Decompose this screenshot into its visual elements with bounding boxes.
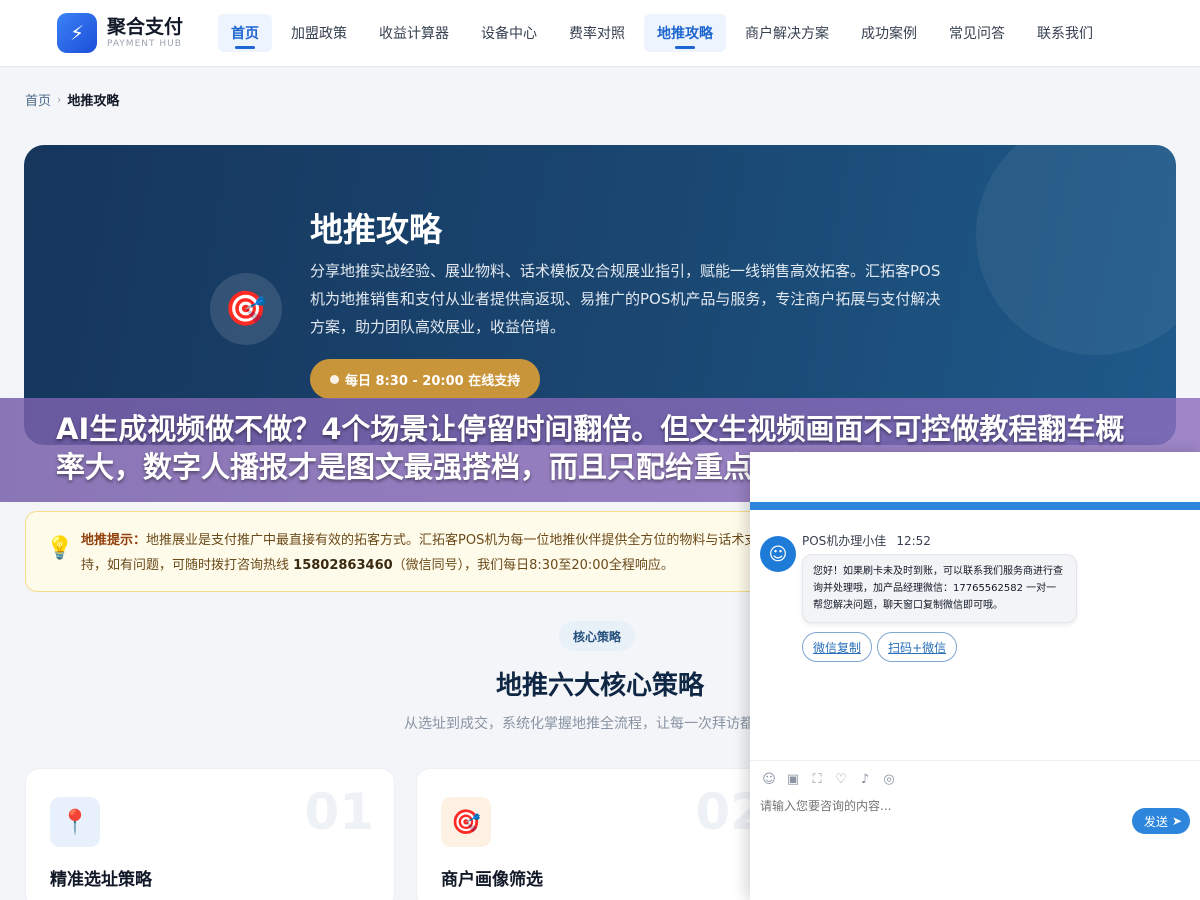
status-dot-icon — [330, 374, 339, 384]
main-nav: 首页 加盟政策 收益计算器 设备中心 费率对照 地推攻略 商户解决方案 成功案例… — [218, 14, 1112, 52]
hotline-number[interactable]: 15802863460 — [293, 558, 393, 573]
hero-title: 地推攻略 — [310, 210, 442, 249]
copy-wechat-button[interactable]: 微信复制 — [802, 632, 873, 662]
hero-decoration — [976, 145, 1176, 355]
agent-info: POS机办理小佳 12:52 — [802, 532, 931, 549]
strategy-card[interactable]: 01 📍 精准选址策略 — [25, 768, 395, 900]
quick-replies: 微信复制 扫码+微信 — [802, 632, 962, 662]
hero-description: 分享地推实战经验、展业物料、话术模板及合规展业指引，赋能一线销售高效拓客。汇拓客… — [310, 262, 941, 336]
breadcrumb: 首页 › 地推攻略 — [25, 90, 119, 109]
notice-text: 地推提示：地推展业是支付推广中最直接有效的拓客方式。汇拓客POS机为每一位地推伙… — [81, 528, 781, 580]
logo[interactable]: ⚡ 聚合支付 PAYMENT HUB — [57, 13, 183, 53]
nav-item-home[interactable]: 首页 — [218, 14, 272, 52]
target-icon: 🎯 — [210, 273, 282, 345]
card-title: 精准选址策略 — [50, 870, 152, 890]
lightbulb-icon: 💡 — [46, 536, 74, 561]
chat-divider — [750, 760, 1200, 761]
strategy-card[interactable]: 02 🎯 商户画像筛选 — [416, 768, 786, 900]
target-icon: 🎯 — [441, 797, 491, 847]
chat-widget: ✕ ☺ POS机办理小佳 12:52 您好！如果刷卡未及时到账，可以联系我们服务商… — [750, 452, 1200, 900]
notice-text-2: （微信同号），我们每日8:30至20:00全程响应。 — [392, 558, 674, 573]
close-icon[interactable]: ✕ — [1168, 462, 1190, 484]
nav-item-devices[interactable]: 设备中心 — [468, 14, 550, 52]
sound-icon[interactable]: ♪ — [856, 770, 874, 788]
breadcrumb-home[interactable]: 首页 — [25, 90, 51, 109]
agent-name: POS机办理小佳 — [802, 534, 887, 548]
support-hours-button[interactable]: 每日 8:30 - 20:00 在线支持 — [310, 359, 541, 399]
chat-toolbar: ☺ ▣ ⛶ ♡ ♪ ◎ — [760, 770, 904, 788]
nav-item-cases[interactable]: 成功案例 — [848, 14, 930, 52]
agent-avatar: ☺ — [760, 536, 796, 572]
notice-box: 💡 地推提示：地推展业是支付推广中最直接有效的拓客方式。汇拓客POS机为每一位地… — [25, 511, 785, 592]
nav-item-rates[interactable]: 费率对照 — [556, 14, 638, 52]
send-icon: ➤ — [1171, 814, 1182, 828]
nav-item-faq[interactable]: 常见问答 — [936, 14, 1018, 52]
section-tag: 核心策略 — [559, 621, 636, 651]
wechat-icon[interactable]: ◎ — [880, 770, 898, 788]
emoji-icon[interactable]: ☺ — [760, 770, 778, 788]
nav-item-calculator[interactable]: 收益计算器 — [366, 14, 462, 52]
agent-message: 您好！如果刷卡未及时到账，可以联系我们服务商进行查询并处理哦，加产品经理微信：1… — [802, 554, 1077, 623]
message-time: 12:52 — [896, 534, 931, 548]
image-icon[interactable]: ▣ — [784, 770, 802, 788]
pin-icon: 📍 — [50, 797, 100, 847]
site-header: ⚡ 聚合支付 PAYMENT HUB 首页 加盟政策 收益计算器 设备中心 费率… — [0, 0, 1200, 67]
screenshot-icon[interactable]: ⛶ — [808, 770, 826, 788]
chevron-right-icon: › — [57, 93, 62, 106]
lightning-icon: ⚡ — [57, 13, 97, 53]
support-hours-label: 每日 8:30 - 20:00 在线支持 — [345, 373, 521, 389]
send-button[interactable]: 发送 ➤ — [1131, 808, 1190, 834]
nav-item-ground-push[interactable]: 地推攻略 — [644, 14, 726, 52]
logo-text: 聚合支付 PAYMENT HUB — [107, 16, 183, 50]
card-number: 01 — [304, 783, 374, 841]
nav-item-solutions[interactable]: 商户解决方案 — [732, 14, 842, 52]
chat-input[interactable] — [760, 799, 1120, 813]
nav-item-contact[interactable]: 联系我们 — [1024, 14, 1106, 52]
logo-subtitle: PAYMENT HUB — [107, 39, 182, 49]
scan-wechat-button[interactable]: 扫码+微信 — [877, 632, 958, 662]
nav-item-franchise[interactable]: 加盟政策 — [278, 14, 360, 52]
rate-icon[interactable]: ♡ — [832, 770, 850, 788]
notice-label: 地推提示： — [81, 533, 147, 548]
card-title: 商户画像筛选 — [441, 870, 543, 890]
logo-title: 聚合支付 — [107, 16, 184, 38]
send-label: 发送 — [1143, 814, 1168, 829]
chat-header-bar — [750, 502, 1200, 510]
breadcrumb-current: 地推攻略 — [67, 94, 120, 109]
